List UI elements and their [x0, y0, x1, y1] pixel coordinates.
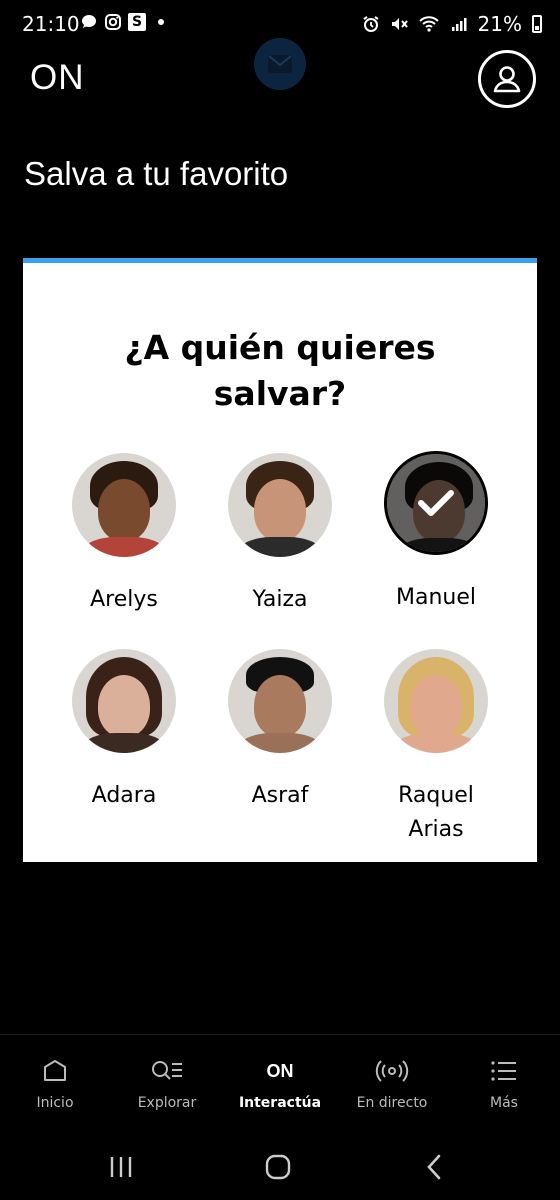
- candidate-option[interactable]: Adara: [59, 649, 189, 813]
- candidate-avatar: [72, 453, 176, 557]
- nav-label: Inicio: [36, 1095, 74, 1111]
- candidate-avatar: [384, 649, 488, 753]
- checkmark-icon: [418, 490, 454, 516]
- bottom-navigation: Inicio Explorar ON Interactúa En directo…: [0, 1034, 560, 1137]
- candidate-option[interactable]: Raquel Arias: [371, 649, 501, 847]
- candidate-option[interactable]: Arelys: [59, 453, 189, 617]
- candidate-avatar: [228, 453, 332, 557]
- nav-item-en-directo[interactable]: En directo: [337, 1055, 447, 1111]
- nav-label: En directo: [356, 1095, 428, 1111]
- nav-item-inicio[interactable]: Inicio: [0, 1055, 110, 1111]
- candidate-name: Raquel Arias: [398, 783, 474, 842]
- app-logo[interactable]: ON: [30, 58, 85, 98]
- battery-icon: [532, 15, 542, 33]
- candidate-name: Asraf: [251, 783, 309, 808]
- candidate-avatar: [228, 649, 332, 753]
- candidate-name: Arelys: [90, 587, 158, 612]
- candidate-option[interactable]: Yaiza: [215, 453, 345, 617]
- user-icon: [493, 66, 521, 93]
- wifi-icon: [418, 16, 439, 32]
- system-navigation-bar: [0, 1140, 560, 1200]
- candidate-avatar: [72, 649, 176, 753]
- home-icon: [44, 1060, 66, 1081]
- chat-icon: [82, 15, 96, 28]
- vote-card: ¿A quién quieres salvar? Arelys Yaiza Ma…: [23, 258, 537, 862]
- battery-percent: 21%: [477, 12, 522, 36]
- candidate-name: Adara: [91, 783, 157, 808]
- instagram-icon: [105, 14, 121, 30]
- explore-icon: [152, 1061, 182, 1080]
- status-time: 21:10: [22, 12, 80, 36]
- mail-button[interactable]: [254, 38, 306, 90]
- menu-icon: [491, 1061, 516, 1081]
- home-button-icon[interactable]: [264, 1153, 292, 1181]
- candidate-avatar: [384, 451, 488, 555]
- back-icon[interactable]: [424, 1153, 444, 1181]
- nav-item-interactua[interactable]: ON Interactúa: [225, 1055, 335, 1112]
- candidate-name: Yaiza: [252, 587, 308, 612]
- on-icon: ON: [266, 1060, 294, 1081]
- live-icon: [375, 1060, 409, 1082]
- alarm-icon: [362, 16, 379, 32]
- signal-icon: [451, 18, 467, 31]
- recent-apps-icon[interactable]: [108, 1154, 134, 1180]
- nav-label: Explorar: [137, 1095, 197, 1111]
- profile-button[interactable]: [478, 50, 536, 108]
- nav-item-mas[interactable]: Más: [449, 1055, 559, 1111]
- candidate-option[interactable]: Asraf: [215, 649, 345, 813]
- notification-dot-icon: [158, 19, 164, 25]
- s-app-icon: S: [128, 13, 146, 31]
- nav-label: Más: [490, 1095, 518, 1111]
- nav-label: Interactúa: [238, 1095, 322, 1111]
- candidate-name: Manuel: [396, 585, 476, 610]
- mute-icon: [391, 18, 408, 30]
- mail-icon: [268, 55, 292, 73]
- vote-question: ¿A quién quieres salvar?: [124, 328, 436, 413]
- candidate-option-selected[interactable]: Manuel: [371, 451, 501, 615]
- nav-item-explorar[interactable]: Explorar: [112, 1055, 222, 1111]
- page-title: Salva a tu favorito: [24, 155, 289, 192]
